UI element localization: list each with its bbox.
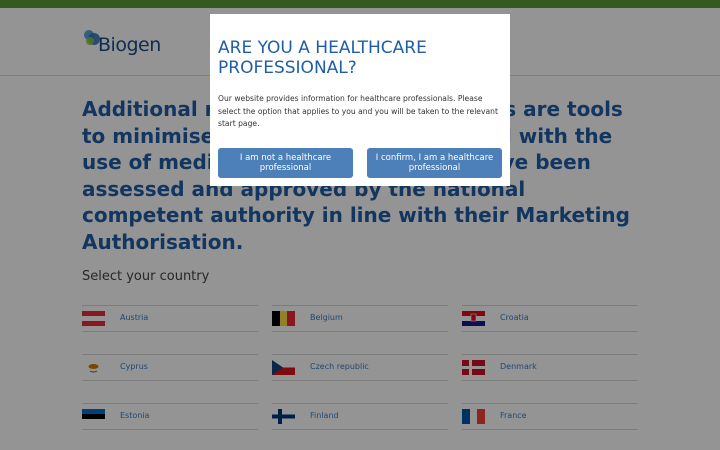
hcp-confirmation-modal: ARE YOU A HEALTHCARE PROFESSIONAL? Our w… xyxy=(210,14,510,186)
not-healthcare-professional-button[interactable]: I am not a healthcare professional xyxy=(218,148,353,178)
modal-title: ARE YOU A HEALTHCARE PROFESSIONAL? xyxy=(218,38,427,78)
confirm-healthcare-professional-button[interactable]: I confirm, I am a healthcare professiona… xyxy=(367,148,502,178)
modal-description: Our website provides information for hea… xyxy=(218,94,498,128)
